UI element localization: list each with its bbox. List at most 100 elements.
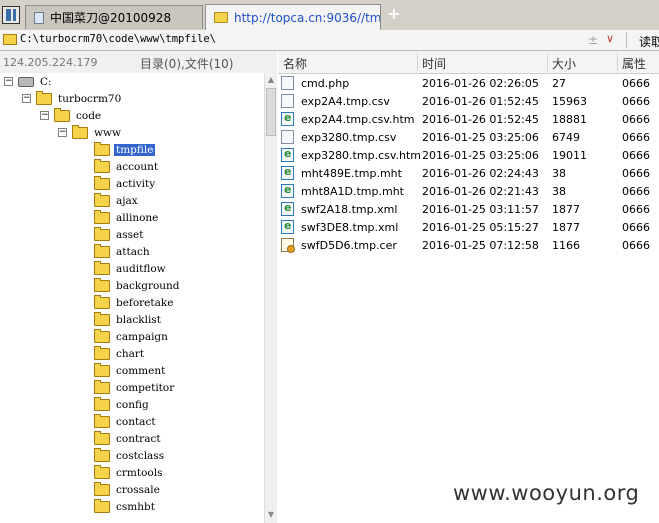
column-name[interactable]: 名称 (283, 55, 307, 72)
scroll-up-icon[interactable]: ▲ (265, 73, 277, 87)
file-name: exp2A4.tmp.csv.htm (301, 113, 415, 126)
file-row[interactable]: exp2A4.tmp.csv.htm 2016-01-26 01:52:45 188… (278, 110, 659, 128)
tree-item-turbocrm70[interactable]: − turbocrm70 (22, 90, 123, 107)
collapse-icon[interactable]: − (22, 94, 31, 103)
file-row[interactable]: exp3280.tmp.csv.htm2016-01-25 03:25:06 19… (278, 146, 659, 164)
tree-item-beforetake[interactable]: beforetake (94, 294, 175, 311)
column-attr[interactable]: 属性 (622, 55, 646, 72)
drive-icon (18, 76, 34, 87)
tree-item-contract[interactable]: contract (94, 430, 163, 447)
tree-item-contact[interactable]: contact (94, 413, 158, 430)
page-icon (34, 11, 44, 24)
tab-file-manager[interactable]: http://topca.cn:9036//tmpfile... (205, 4, 381, 30)
folder-icon (94, 260, 110, 275)
file-time: 2016-01-25 03:11:57 (422, 203, 539, 216)
file-row[interactable]: swfD5D6.tmp.cer 2016-01-25 07:12:58 1166 06… (278, 236, 659, 254)
tree-item-drive[interactable]: − C: (4, 73, 54, 90)
tree-item-chart[interactable]: chart (94, 345, 146, 362)
tab-label: 中国菜刀@20100928 (50, 11, 172, 25)
tree-item-www[interactable]: − www (58, 124, 123, 141)
tree-label: attach (116, 245, 150, 258)
collapse-icon[interactable]: − (40, 111, 49, 120)
file-attr: 0666 (622, 113, 650, 126)
tree-item-csmhbt[interactable]: csmhbt (94, 498, 157, 515)
file-row[interactable]: cmd.php 2016-01-26 02:26:05 27 0666 (278, 74, 659, 92)
collapse-icon[interactable]: − (4, 77, 13, 86)
tree-scrollbar[interactable]: ▲ ▼ (264, 73, 277, 523)
file-name: exp2A4.tmp.csv (301, 95, 390, 108)
divider (626, 32, 627, 48)
tree-label: code (76, 109, 102, 122)
tree-item-crossale[interactable]: crossale (94, 481, 162, 498)
tree-item-config[interactable]: config (94, 396, 151, 413)
folder-icon (94, 328, 110, 343)
file-row[interactable]: mht489E.tmp.mht 2016-01-26 02:24:43 38 0666 (278, 164, 659, 182)
file-name: exp3280.tmp.csv.htm (301, 149, 421, 162)
file-row[interactable]: exp3280.tmp.csv 2016-01-25 03:25:06 6749 06… (278, 128, 659, 146)
file-name: mht8A1D.tmp.mht (301, 185, 404, 198)
app-icon[interactable] (2, 6, 20, 24)
tree-label: C: (40, 75, 52, 88)
column-time[interactable]: 时间 (422, 55, 446, 72)
file-attr: 0666 (622, 95, 650, 108)
file-time: 2016-01-25 03:25:06 (422, 149, 539, 162)
file-row[interactable]: exp2A4.tmp.csv 2016-01-26 01:52:45 15963 06… (278, 92, 659, 110)
path-input[interactable]: C:\turbocrm70\code\www\tmpfile\ (20, 33, 216, 45)
tree-item-competitor[interactable]: competitor (94, 379, 176, 396)
folder-icon (72, 124, 88, 139)
directory-tree: − C: − turbocrm70 − code − www tmpfile a… (0, 73, 264, 523)
file-row[interactable]: swf2A18.tmp.xml 2016-01-25 03:11:57 1877 06… (278, 200, 659, 218)
tree-item-ajax[interactable]: ajax (94, 192, 140, 209)
folder-icon (94, 396, 110, 411)
tree-item-allinone[interactable]: allinone (94, 209, 160, 226)
chevron-down-icon[interactable]: ∨ (606, 32, 614, 45)
collapse-icon[interactable]: − (58, 128, 67, 137)
file-time: 2016-01-26 02:21:43 (422, 185, 539, 198)
folder-icon (94, 243, 110, 258)
tree-label: competitor (116, 381, 175, 394)
tree-item-crmtools[interactable]: crmtools (94, 464, 164, 481)
tree-label: contact (116, 415, 156, 428)
file-row[interactable]: mht8A1D.tmp.mht 2016-01-26 02:21:43 38 0666 (278, 182, 659, 200)
file-row[interactable]: swf3DE8.tmp.xml 2016-01-25 05:15:27 1877 06… (278, 218, 659, 236)
tree-item-code[interactable]: − code (40, 107, 103, 124)
file-size: 1877 (552, 221, 580, 234)
scrollbar-thumb[interactable] (266, 88, 276, 136)
plus-minus-icon[interactable]: ± (588, 33, 598, 47)
file-size: 15963 (552, 95, 587, 108)
tree-label: allinone (116, 211, 159, 224)
tree-item-blacklist[interactable]: blacklist (94, 311, 163, 328)
tree-item-activity[interactable]: activity (94, 175, 157, 192)
folder-icon (94, 430, 110, 445)
folder-icon (94, 294, 110, 309)
tree-item-asset[interactable]: asset (94, 226, 145, 243)
folder-icon (94, 311, 110, 326)
tree-item-campaign[interactable]: campaign (94, 328, 170, 345)
tree-label: campaign (116, 330, 168, 343)
tree-item-auditflow[interactable]: auditflow (94, 260, 168, 277)
tree-label: config (116, 398, 149, 411)
column-size[interactable]: 大小 (552, 55, 576, 72)
file-attr: 0666 (622, 167, 650, 180)
ie-icon (281, 165, 294, 180)
tab-chopper-home[interactable]: 中国菜刀@20100928 (25, 5, 203, 29)
folder-icon (94, 362, 110, 377)
tree-item-tmpfile[interactable]: tmpfile (94, 141, 156, 158)
tree-item-attach[interactable]: attach (94, 243, 152, 260)
tree-item-comment[interactable]: comment (94, 362, 167, 379)
new-tab-button[interactable]: + (386, 6, 402, 22)
file-size: 6749 (552, 131, 580, 144)
file-time: 2016-01-26 01:52:45 (422, 113, 539, 126)
watermark: www.wooyun.org (453, 481, 640, 505)
tree-item-account[interactable]: account (94, 158, 160, 175)
tree-item-costclass[interactable]: costclass (94, 447, 166, 464)
tree-label: comment (116, 364, 166, 377)
scroll-down-icon[interactable]: ▼ (265, 508, 277, 522)
dir-file-count: 目录(0),文件(10) (140, 57, 234, 71)
tree-label: ajax (116, 194, 138, 207)
folder-icon (94, 481, 110, 496)
file-attr: 0666 (622, 131, 650, 144)
tree-item-background[interactable]: background (94, 277, 182, 294)
tree-label: background (116, 279, 180, 292)
read-button[interactable]: 读取 (639, 33, 659, 50)
